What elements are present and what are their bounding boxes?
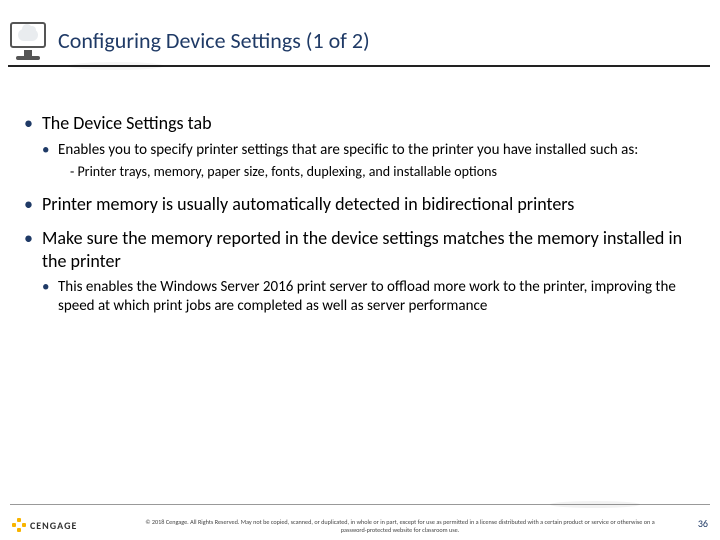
page-number: 36 — [698, 517, 708, 530]
bullet-text: Printer memory is usually automatically … — [42, 193, 574, 215]
footer: CENGAGE © 2018 Cengage. All Rights Reser… — [0, 504, 720, 540]
bullet-text: This enables the Windows Server 2016 pri… — [58, 278, 676, 315]
cengage-logo: CENGAGE — [12, 518, 77, 532]
cengage-logo-text: CENGAGE — [30, 519, 77, 532]
bullet-text: Enables you to specify printer settings … — [58, 141, 638, 159]
copyright-text: © 2018 Cengage. All Rights Reserved. May… — [140, 519, 660, 534]
bullet-text: Make sure the memory reported in the dev… — [42, 227, 682, 272]
bullet-text: Printer trays, memory, paper size, fonts… — [77, 163, 497, 180]
title-underline — [8, 65, 710, 67]
bullet-device-settings-tab: The Device Settings tab Enables you to s… — [24, 112, 696, 181]
bullet-dash-options: Printer trays, memory, paper size, fonts… — [58, 163, 696, 181]
slide-title: Configuring Device Settings (1 of 2) — [58, 27, 370, 54]
bullet-memory-match: Make sure the memory reported in the dev… — [24, 227, 696, 316]
slide: Configuring Device Settings (1 of 2) The… — [0, 0, 720, 540]
bullet-text: The Device Settings tab — [42, 112, 212, 134]
slide-body: The Device Settings tab Enables you to s… — [24, 112, 696, 328]
footer-divider — [10, 504, 710, 505]
bullet-printer-memory-auto: Printer memory is usually automatically … — [24, 193, 696, 216]
title-row: Configuring Device Settings (1 of 2) — [0, 18, 720, 62]
cengage-logo-mark-icon — [12, 518, 26, 532]
cloud-monitor-icon — [6, 18, 50, 62]
bullet-offload-work: This enables the Windows Server 2016 pri… — [42, 278, 696, 316]
bullet-enables-specify: Enables you to specify printer settings … — [42, 141, 696, 181]
